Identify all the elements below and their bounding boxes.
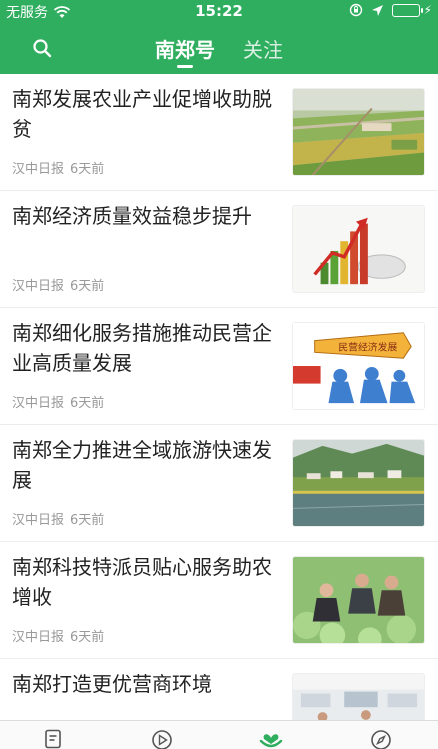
news-item[interactable]: 南郑发展农业产业促增收助脱贫 汉中日报 6天前 <box>0 74 438 191</box>
compass-icon <box>371 730 391 749</box>
news-thumbnail <box>292 556 425 644</box>
location-arrow-icon <box>371 4 383 16</box>
news-thumbnail <box>292 88 425 176</box>
news-meta: 汉中日报 6天前 <box>12 158 104 177</box>
nav-tabs: 南郑号 关注 <box>0 34 438 68</box>
news-feed: 南郑发展农业产业促增收助脱贫 汉中日报 6天前 南郑经济质量效益稳步提升 汉中日… <box>0 74 438 720</box>
tab-video[interactable] <box>150 729 174 749</box>
bottom-tab-bar <box>0 720 438 749</box>
charging-bolt-icon: ⚡ <box>423 3 432 17</box>
active-tab-indicator <box>177 65 193 68</box>
news-item[interactable]: 南郑全力推进全域旅游快速发展 汉中日报 6天前 <box>0 425 438 542</box>
news-item[interactable]: 南郑打造更优营商环境 <box>0 659 438 720</box>
news-thumbnail <box>292 673 425 720</box>
illustration-caption: 民营经济发展 <box>338 340 397 353</box>
news-time: 6天前 <box>70 630 105 645</box>
news-meta: 汉中日报 6天前 <box>12 509 104 528</box>
news-item[interactable]: 南郑科技特派员贴心服务助农增收 汉中日报 6天前 <box>0 542 438 659</box>
status-indicators: ⚡ <box>349 3 432 17</box>
news-title: 南郑打造更优营商环境 <box>12 672 212 696</box>
heart-hands-icon <box>259 734 283 748</box>
news-source: 汉中日报 <box>12 279 65 294</box>
private-economy-image: 民营经济发展 <box>293 323 424 409</box>
news-title: 南郑全力推进全域旅游快速发展 <box>12 438 272 492</box>
news-time: 6天前 <box>70 513 105 528</box>
growth-chart-image <box>293 206 424 292</box>
tab-nanzheng-home[interactable] <box>259 729 283 749</box>
nav-bar: 南郑号 关注 <box>0 26 438 72</box>
app-header: 无服务 15:22 ⚡ 南郑号 关注 <box>0 0 438 74</box>
news-meta: 汉中日报 6天前 <box>12 275 104 294</box>
news-time: 6天前 <box>70 162 105 177</box>
news-meta: 汉中日报 6天前 <box>12 392 104 411</box>
farmland-image <box>293 89 424 175</box>
news-item[interactable]: 南郑经济质量效益稳步提升 汉中日报 6天前 <box>0 191 438 308</box>
news-source: 汉中日报 <box>12 630 65 645</box>
lake-village-image <box>293 440 424 526</box>
tab-follow[interactable]: 关注 <box>241 34 285 63</box>
news-source: 汉中日报 <box>12 513 65 528</box>
news-meta: 汉中日报 6天前 <box>12 626 104 645</box>
news-time: 6天前 <box>70 279 105 294</box>
news-source: 汉中日报 <box>12 396 65 411</box>
tab-nanzheng[interactable]: 南郑号 <box>153 34 217 68</box>
service-hall-image <box>293 674 424 720</box>
news-title: 南郑科技特派员贴心服务助农增收 <box>12 555 272 609</box>
news-title: 南郑经济质量效益稳步提升 <box>12 204 252 228</box>
tab-label: 南郑号 <box>155 38 215 62</box>
news-source: 汉中日报 <box>12 162 65 177</box>
tab-discover[interactable] <box>369 729 393 749</box>
cabbage-field-image <box>293 557 424 643</box>
news-title: 南郑发展农业产业促增收助脱贫 <box>12 87 272 141</box>
tab-articles[interactable] <box>41 729 65 749</box>
tab-label: 关注 <box>243 38 283 62</box>
status-bar: 无服务 15:22 ⚡ <box>0 0 438 22</box>
orientation-lock-icon <box>349 3 362 17</box>
battery-icon <box>391 3 423 17</box>
news-title: 南郑细化服务措施推动民营企业高质量发展 <box>12 321 272 375</box>
document-icon <box>45 729 61 749</box>
play-icon <box>152 730 172 749</box>
news-time: 6天前 <box>70 396 105 411</box>
news-item[interactable]: 南郑细化服务措施推动民营企业高质量发展 汉中日报 6天前 民营经济发展 <box>0 308 438 425</box>
news-thumbnail <box>292 439 425 527</box>
news-thumbnail <box>292 205 425 293</box>
news-thumbnail: 民营经济发展 <box>292 322 425 410</box>
